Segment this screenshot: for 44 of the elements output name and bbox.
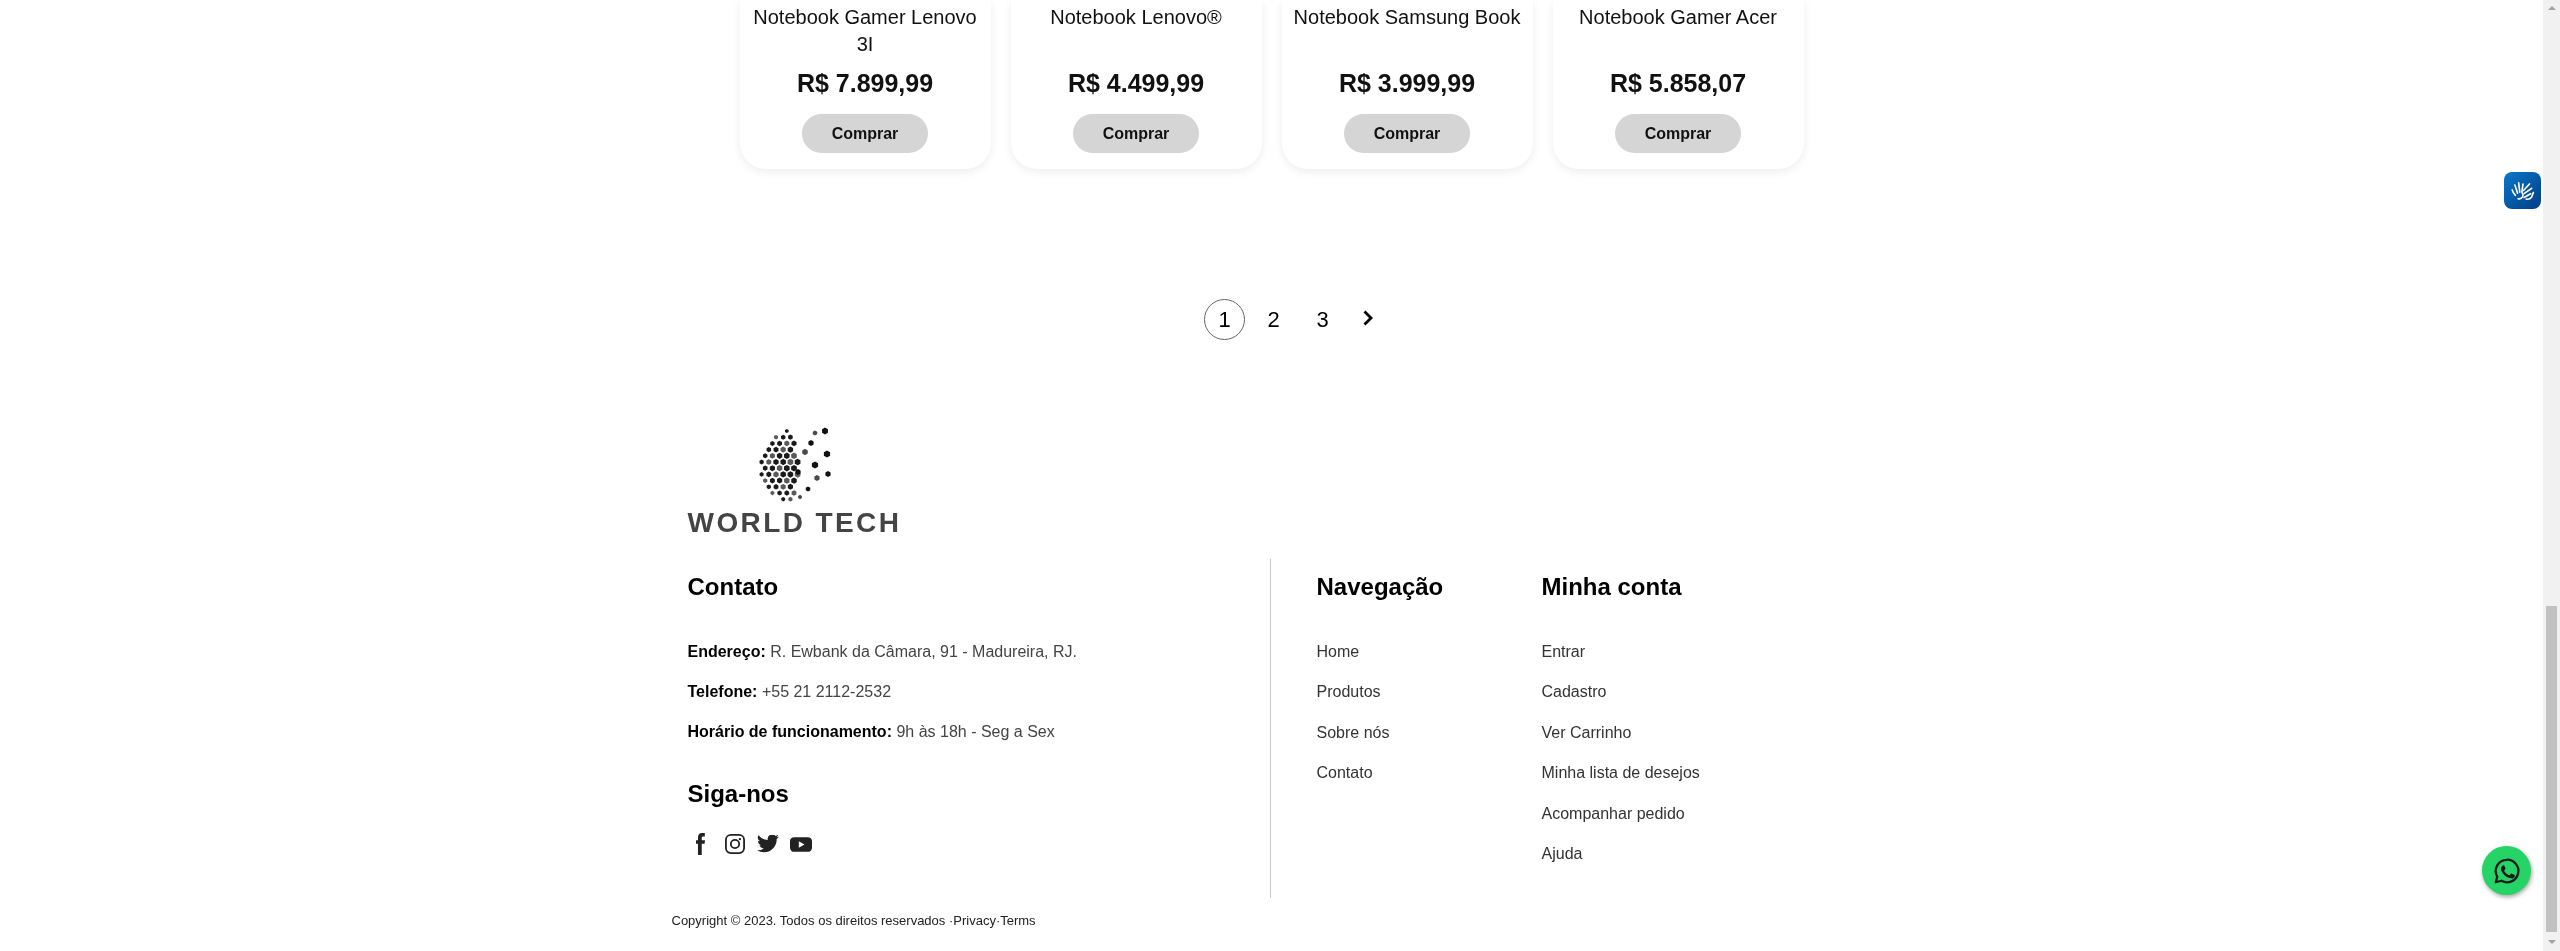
brand-name[interactable]: WORLD TECH bbox=[687, 510, 902, 536]
product-name: Notebook Samsung Book bbox=[1292, 5, 1522, 30]
account-heading: Minha conta bbox=[1541, 572, 1682, 602]
footer-legal-link[interactable]: Privacy bbox=[953, 912, 996, 928]
footer-account-link[interactable]: Cadastro bbox=[1541, 680, 1607, 705]
footer-nav-link[interactable]: Produtos bbox=[1316, 680, 1381, 705]
product-price: R$ 4.499,99 bbox=[1067, 68, 1205, 98]
navigation-heading: Navegação bbox=[1316, 572, 1444, 602]
social-heading: Siga-nos bbox=[687, 779, 789, 809]
product-name: Notebook Gamer Lenovo 3I bbox=[752, 5, 978, 57]
footer-account-link[interactable]: Ajuda bbox=[1541, 841, 1583, 866]
product-price: R$ 3.999,99 bbox=[1338, 68, 1476, 98]
footer-account-link[interactable]: Minha lista de desejos bbox=[1541, 761, 1700, 786]
page-number[interactable]: 3 bbox=[1302, 299, 1343, 340]
product-price: R$ 7.899,99 bbox=[796, 68, 934, 98]
youtube-icon[interactable] bbox=[789, 836, 812, 852]
page-number[interactable]: 2 bbox=[1253, 299, 1294, 340]
contact-heading: Contato bbox=[687, 572, 779, 602]
contact-info-line: Endereço: R. Ewbank da Câmara, 91 - Madureira, RJ. bbox=[687, 642, 1077, 662]
footer-account-link[interactable]: Entrar bbox=[1541, 640, 1586, 664]
chat-phone-bubble-icon[interactable] bbox=[2482, 846, 2531, 895]
copyright-text: Copyright © 2023. Todos os direitos reservados ·Privacy·Terms bbox=[671, 912, 1037, 929]
product-price: R$ 5.858,07 bbox=[1609, 68, 1747, 98]
product-name: Notebook Lenovo® bbox=[1049, 5, 1223, 30]
facebook-icon[interactable] bbox=[696, 833, 707, 855]
twitter-icon[interactable] bbox=[756, 835, 779, 853]
footer-nav-link[interactable]: Home bbox=[1316, 640, 1360, 664]
footer-nav-link[interactable]: Contato bbox=[1316, 761, 1373, 786]
buy-button[interactable]: Comprar bbox=[1073, 114, 1199, 153]
chevron-right-icon[interactable] bbox=[1363, 309, 1373, 326]
scrollbar-track[interactable] bbox=[2543, 0, 2560, 951]
buy-button[interactable]: Comprar bbox=[1615, 114, 1741, 153]
instagram-icon[interactable] bbox=[724, 834, 745, 854]
product-name: Notebook Gamer Acer bbox=[1578, 5, 1778, 30]
buy-button[interactable]: Comprar bbox=[802, 114, 928, 153]
scrollbar-thumb[interactable] bbox=[2546, 606, 2557, 932]
footer-legal-link[interactable]: Terms bbox=[1000, 912, 1036, 928]
buy-button[interactable]: Comprar bbox=[1344, 114, 1470, 153]
footer-account-link[interactable]: Ver Carrinho bbox=[1541, 720, 1632, 745]
contact-info-line: Horário de funcionamento: 9h às 18h - Seg a Sex bbox=[687, 722, 1055, 742]
footer-account-link[interactable]: Acompanhar pedido bbox=[1541, 801, 1685, 826]
contact-info-line: Telefone: +55 21 2112-2532 bbox=[687, 682, 892, 702]
footer-nav-link[interactable]: Sobre nós bbox=[1316, 720, 1390, 745]
sign-language-hands-icon[interactable] bbox=[2504, 172, 2541, 209]
